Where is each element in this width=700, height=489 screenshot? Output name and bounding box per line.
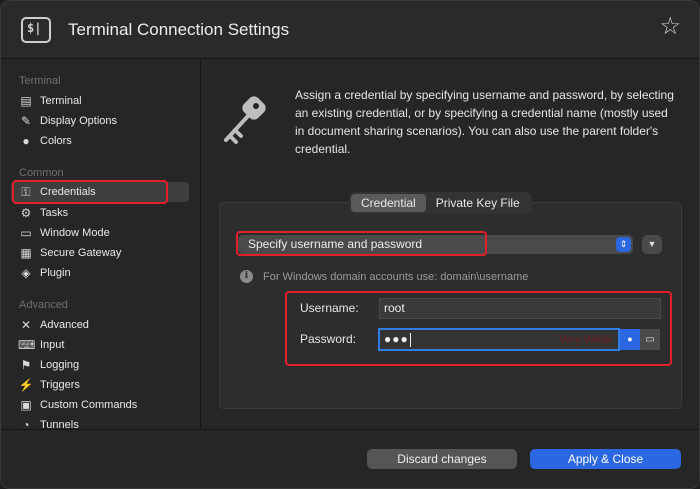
tunnel-icon: ◔ [22, 418, 30, 428]
password-field[interactable]: ●●● Very Weak [378, 328, 620, 351]
sidebar-item-label: Credentials [40, 186, 96, 198]
description-text: Assign a credential by specifying userna… [295, 88, 674, 156]
sidebar-item-advanced[interactable]: ✕ Advanced [11, 315, 189, 335]
star-icon[interactable]: ☆ [659, 15, 681, 39]
sidebar-item-window-mode[interactable]: ▭ Window Mode [11, 223, 189, 243]
sidebar-item-colors[interactable]: ● Colors [11, 131, 189, 151]
sidebar-item-label: Display Options [40, 115, 118, 127]
log-icon: ⚑ [20, 358, 32, 372]
discard-changes-button[interactable]: Discard changes [367, 449, 517, 469]
plugin-icon: ◈ [21, 266, 31, 280]
footer: Discard changes Apply & Close [1, 429, 699, 488]
chevron-updown-icon[interactable]: ⇕ [616, 237, 631, 252]
sidebar-item-display-options[interactable]: ✎ Display Options [11, 111, 189, 131]
info-text: For Windows domain accounts use: domain\… [263, 270, 529, 283]
sidebar-item-terminal[interactable]: ▤ Terminal [11, 91, 189, 111]
sidebar-item-triggers[interactable]: ⚡ Triggers [11, 375, 189, 395]
sidebar-item-label: Tunnels [40, 419, 79, 428]
terminal-icon: ▤ [20, 94, 32, 108]
sidebar-item-label: Secure Gateway [40, 247, 122, 259]
sidebar-item-plugin[interactable]: ◈ Plugin [11, 263, 189, 283]
terminal-icon: $| [21, 17, 51, 43]
password-value: ●●● [384, 332, 409, 346]
password-generator-icon[interactable]: ▭ [640, 329, 660, 350]
window-title: Terminal Connection Settings [68, 20, 290, 39]
sidebar-section-terminal: Terminal [19, 75, 61, 87]
sidebar-item-logging[interactable]: ⚑ Logging [11, 355, 189, 375]
credential-mode-value: Specify username and password [248, 237, 423, 251]
settings-window: $| Terminal Connection Settings ☆ Termin… [0, 0, 700, 489]
username-label: Username: [300, 301, 359, 315]
text-caret [409, 332, 411, 347]
sidebar-item-label: Triggers [40, 379, 80, 391]
sidebar-item-label: Input [40, 339, 65, 351]
sidebar-item-label: Colors [40, 135, 72, 147]
main-content: Assign a credential by specifying userna… [202, 60, 699, 428]
paintbrush-icon: ✎ [20, 114, 32, 128]
password-strength-label: Very Weak [559, 334, 612, 346]
sidebar-item-input[interactable]: ⌨ Input [11, 335, 189, 355]
palette-icon: ● [22, 134, 30, 148]
sidebar: Terminal ▤ Terminal ✎ Display Options ● … [1, 60, 201, 428]
key-icon: ⚿ [21, 185, 31, 199]
chevron-down-icon[interactable]: ▼ [642, 235, 662, 254]
credential-mode-select[interactable]: Specify username and password ⇕ [238, 235, 633, 254]
sidebar-item-secure-gateway[interactable]: ▦ Secure Gateway [11, 243, 189, 263]
sidebar-item-label: Tasks [40, 207, 69, 219]
password-label: Password: [300, 332, 357, 346]
header: $| Terminal Connection Settings ☆ [1, 1, 699, 59]
apply-close-button[interactable]: Apply & Close [530, 449, 681, 469]
gateway-icon: ▦ [20, 246, 32, 260]
command-icon: ▣ [20, 398, 32, 412]
credential-panel: Specify username and password ⇕ ▼ i For … [219, 202, 682, 409]
sidebar-item-label: Window Mode [40, 227, 110, 239]
sidebar-section-advanced: Advanced [19, 299, 68, 311]
sidebar-item-label: Plugin [40, 267, 71, 279]
sidebar-section-common: Common [19, 167, 64, 179]
info-row: i For Windows domain accounts use: domai… [240, 270, 528, 283]
window-icon: ▭ [20, 226, 32, 240]
tab-private-key-file[interactable]: Private Key File [426, 194, 530, 212]
tools-icon: ✕ [20, 318, 32, 332]
sidebar-item-label: Logging [40, 359, 80, 371]
trigger-icon: ⚡ [18, 378, 34, 392]
sidebar-item-label: Custom Commands [40, 399, 138, 411]
sidebar-item-custom-commands[interactable]: ▣ Custom Commands [11, 395, 189, 415]
info-icon: i [240, 270, 253, 283]
sidebar-item-tunnels[interactable]: ◔ Tunnels [11, 415, 189, 428]
show-password-icon[interactable]: ● [620, 329, 640, 350]
tab-credential[interactable]: Credential [351, 194, 426, 212]
sidebar-item-credentials[interactable]: ⚿ Credentials [11, 182, 189, 202]
username-field[interactable]: root [379, 298, 661, 319]
tasks-icon: ⚙ [20, 206, 32, 220]
sidebar-item-label: Terminal [40, 95, 82, 107]
key-icon [224, 96, 266, 144]
sidebar-item-label: Advanced [40, 319, 89, 331]
credential-tabs: Credential Private Key File [349, 192, 532, 214]
keyboard-icon: ⌨ [18, 338, 36, 352]
sidebar-item-tasks[interactable]: ⚙ Tasks [11, 203, 189, 223]
